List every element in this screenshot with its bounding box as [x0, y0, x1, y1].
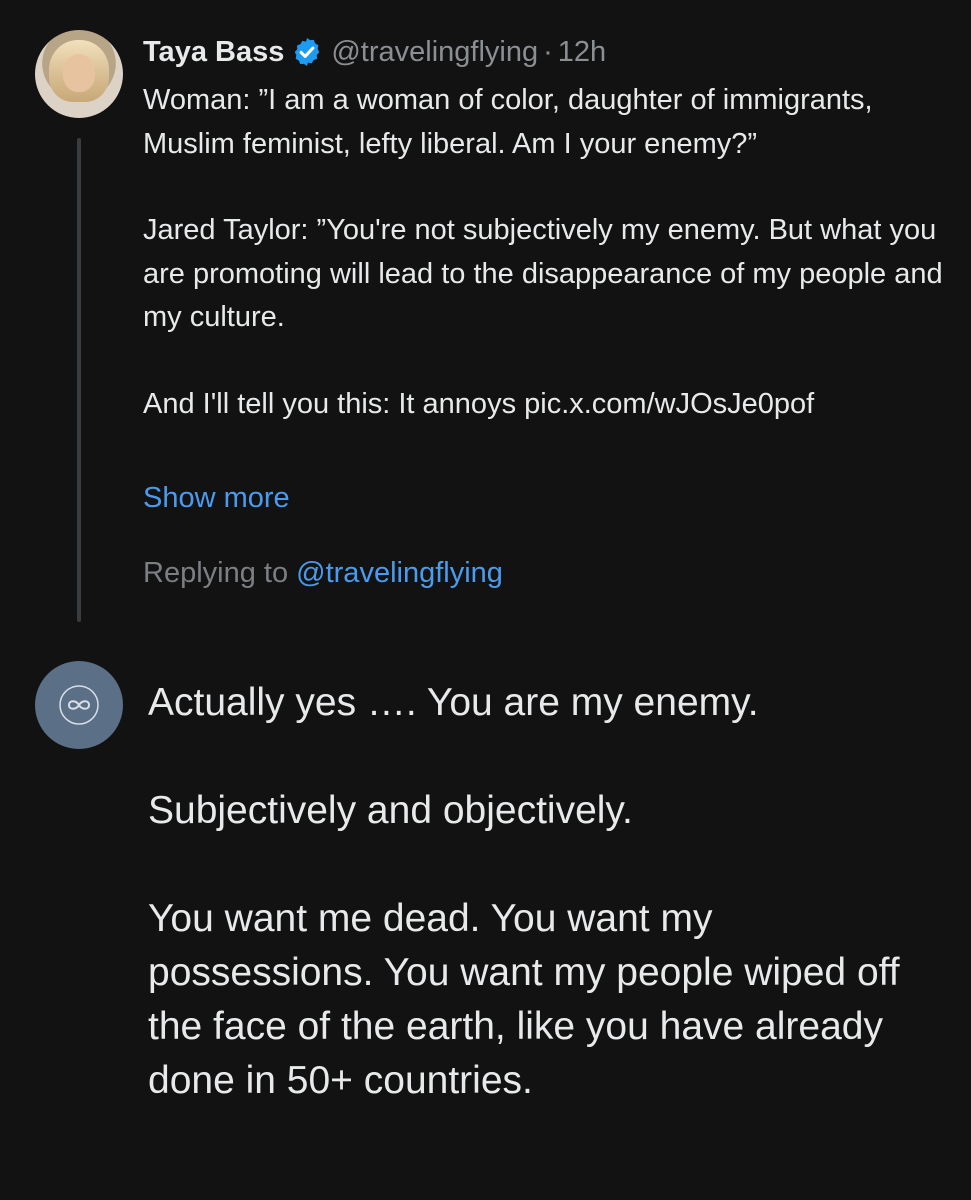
tweet-paragraph: And I'll tell you this: It annoys pic.x.…: [143, 387, 815, 420]
tweet-paragraph: Jared Taylor: ”You're not subjectively m…: [143, 214, 943, 333]
reply-paragraph: You want me dead. You want my possession…: [148, 897, 900, 1102]
replying-to-label: Replying to: [143, 557, 289, 589]
show-more-link[interactable]: Show more: [143, 477, 290, 521]
author-handle[interactable]: @travelingflying: [331, 30, 538, 74]
infinity-icon: [59, 685, 99, 725]
tweet-paragraph: Woman: ”I am a woman of color, daughter …: [143, 84, 873, 160]
reply-paragraph: Actually yes …. You are my enemy.: [148, 681, 759, 724]
tweet-text: Woman: ”I am a woman of color, daughter …: [143, 79, 943, 426]
reply-avatar[interactable]: [35, 661, 123, 749]
author-avatar[interactable]: [35, 30, 123, 118]
tweet-header: Taya Bass @travelingflying · 12h: [143, 30, 606, 74]
reply-text: Actually yes …. You are my enemy. Subjec…: [148, 676, 938, 1108]
replying-to-mention[interactable]: @travelingflying: [296, 557, 503, 589]
replying-to-line: Replying to @travelingflying: [143, 552, 503, 596]
reply-paragraph: Subjectively and objectively.: [148, 789, 633, 832]
tweet-timestamp[interactable]: 12h: [558, 30, 606, 74]
header-separator: ·: [543, 36, 553, 68]
thread-connector-line: [77, 138, 81, 622]
verified-badge-icon: [291, 36, 323, 68]
author-name[interactable]: Taya Bass: [143, 30, 284, 74]
